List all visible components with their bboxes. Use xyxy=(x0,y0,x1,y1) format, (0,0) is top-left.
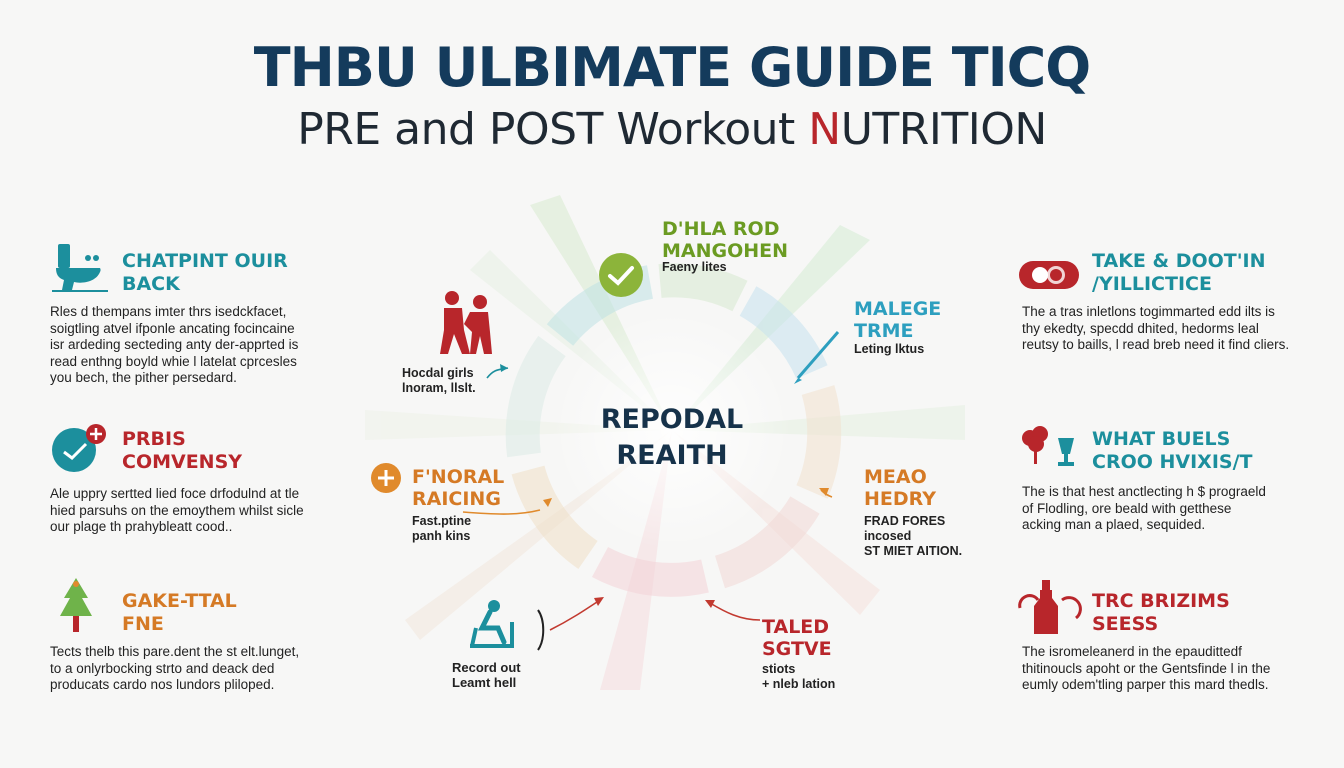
center-label: REPODAL REAITH xyxy=(560,402,784,474)
people-icon xyxy=(440,291,492,354)
spoke-upper-right-title: MALEGE TRME xyxy=(854,298,942,342)
right-block-2-desc: The is that hest anctlecting h $ prograe… xyxy=(1022,484,1266,532)
spoke-upper-right-sub: Leting lktus xyxy=(854,342,925,356)
spoke-bottom-right-sub: stiots + nleb lation xyxy=(762,662,836,691)
spoke-left-title: F'NORAL RAICING xyxy=(412,466,505,510)
spoke-top-sub: Faeny lites xyxy=(662,260,727,274)
pen-icon xyxy=(794,331,840,384)
left-block-2-title: PRBIS COMVENSY xyxy=(122,428,243,473)
right-block-1-title: TAKE & DOOT'IN /YILLICTICE xyxy=(1092,250,1266,295)
spoke-right-sub: FRAD FORES incosed ST MIET AITION. xyxy=(864,514,963,558)
right-block-2-title: WHAT BUELS CROO HVIXIS/T xyxy=(1092,428,1253,473)
plant-cup-icon xyxy=(1022,426,1074,466)
toilet-icon xyxy=(52,244,108,292)
capsule-icon xyxy=(1019,261,1079,289)
tree-icon xyxy=(60,578,92,632)
check-circle-icon xyxy=(599,253,643,297)
spoke-bottom-left-sub: Record out Leamt hell xyxy=(452,660,521,690)
exercise-bike-icon xyxy=(470,600,514,648)
right-block-1-desc: The a tras inletlons togimmarted edd ilt… xyxy=(1022,304,1290,352)
spoke-right-title: MEAO HEDRY xyxy=(864,466,937,510)
left-block-2-desc: Ale uppry sertted lied foce drfodulnd at… xyxy=(50,486,304,534)
center-label-line2: REAITH xyxy=(616,440,728,471)
right-block-3-desc: The isromeleanerd in the epaudittedf thi… xyxy=(1022,644,1271,692)
spoke-top-title: D'HLA ROD MANGOHEN xyxy=(662,218,789,262)
clock-plus-icon xyxy=(52,424,106,472)
left-block-3-desc: Tects thelb this pare.dent the st elt.lu… xyxy=(50,644,300,692)
left-block-1-desc: Rles d thempans imter thrs isedckfacet, … xyxy=(50,304,299,385)
left-block-3-title: GAKE-TTAL FNE xyxy=(122,590,237,635)
plus-circle-icon xyxy=(371,463,401,493)
right-block-3-title: TRC BRIZIMS SEESS xyxy=(1092,590,1230,635)
spoke-left-sub: Fast.ptine panh kins xyxy=(412,514,472,543)
left-block-1-title: CHATPINT OUIR BACK xyxy=(122,250,288,295)
center-label-line1: REPODAL xyxy=(600,404,744,435)
bottle-icon xyxy=(1018,580,1082,634)
spoke-upper-left-sub: Hocdal girls lnoram, llslt. xyxy=(402,366,476,395)
spoke-bottom-right-title: TALED SGTVE xyxy=(762,616,832,660)
